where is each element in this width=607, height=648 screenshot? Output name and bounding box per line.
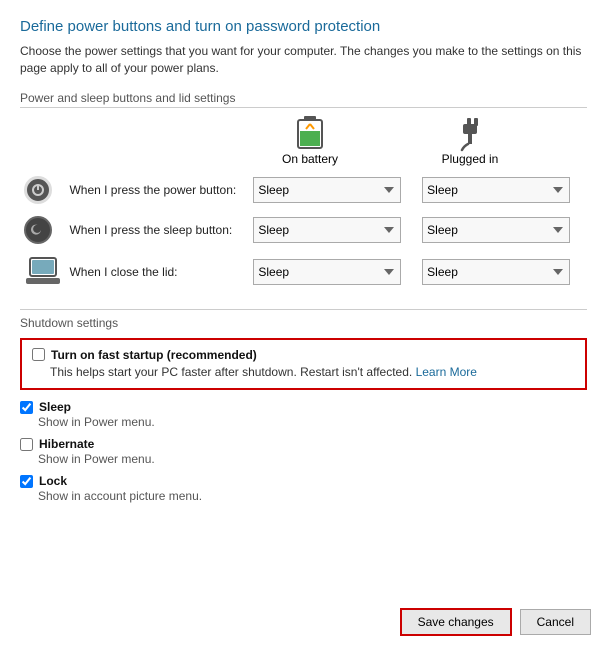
learn-more-link[interactable]: Learn More — [416, 365, 477, 379]
sleep-checkbox[interactable] — [20, 401, 33, 414]
lock-option-label[interactable]: Lock — [39, 474, 67, 488]
lid-battery-select[interactable]: Do nothing Sleep Hibernate Shut down — [253, 259, 401, 285]
table-row: When I press the sleep button: Do nothin… — [20, 210, 587, 250]
table-row: When I close the lid: Do nothing Sleep H… — [20, 250, 587, 295]
lock-checkbox[interactable] — [20, 475, 33, 488]
sleep-option: Sleep Show in Power menu. — [20, 400, 587, 429]
plug-icon — [452, 116, 488, 152]
lock-option: Lock Show in account picture menu. — [20, 474, 587, 503]
sleep-button-icon — [24, 216, 52, 244]
sleep-plugged-select-cell: Do nothing Sleep Hibernate Shut down — [418, 210, 587, 250]
sleep-battery-select[interactable]: Do nothing Sleep Hibernate Shut down — [253, 217, 401, 243]
power-button-icon — [24, 176, 52, 204]
main-panel: Define power buttons and turn on passwor… — [0, 0, 607, 648]
table-row: When I press the power button: Do nothin… — [20, 170, 587, 210]
page-title: Define power buttons and turn on passwor… — [20, 18, 587, 35]
cancel-button[interactable]: Cancel — [520, 609, 591, 635]
fast-startup-box: Turn on fast startup (recommended) This … — [20, 338, 587, 391]
power-button-icon-cell — [20, 170, 65, 210]
lid-battery-select-cell: Do nothing Sleep Hibernate Shut down — [249, 250, 418, 295]
lid-icon-cell — [20, 250, 65, 295]
sleep-plugged-select[interactable]: Do nothing Sleep Hibernate Shut down — [422, 217, 570, 243]
lid-plugged-select[interactable]: Do nothing Sleep Hibernate Shut down — [422, 259, 570, 285]
plugged-in-header: Plugged in — [390, 116, 550, 166]
sleep-button-icon-cell — [20, 210, 65, 250]
power-plugged-select-cell: Do nothing Sleep Hibernate Shut down — [418, 170, 587, 210]
hibernate-option-label[interactable]: Hibernate — [39, 437, 94, 451]
lock-sub-text: Show in account picture menu. — [38, 489, 587, 503]
fast-startup-description: This helps start your PC faster after sh… — [50, 364, 575, 381]
power-button-label: When I press the power button: — [65, 170, 249, 210]
shutdown-section: Shutdown settings Turn on fast startup (… — [20, 309, 587, 504]
fast-startup-label[interactable]: Turn on fast startup (recommended) — [51, 348, 257, 362]
page-description: Choose the power settings that you want … — [20, 43, 587, 77]
plugged-in-label: Plugged in — [442, 152, 499, 166]
sleep-option-label[interactable]: Sleep — [39, 400, 71, 414]
sleep-battery-select-cell: Do nothing Sleep Hibernate Shut down — [249, 210, 418, 250]
save-button[interactable]: Save changes — [400, 608, 512, 636]
power-plugged-select[interactable]: Do nothing Sleep Hibernate Shut down — [422, 177, 570, 203]
on-battery-header: On battery — [230, 116, 390, 166]
column-headers: On battery Plugged in — [230, 116, 587, 166]
power-sleep-section-label: Power and sleep buttons and lid settings — [20, 91, 587, 108]
lid-label: When I close the lid: — [65, 250, 249, 295]
on-battery-label: On battery — [282, 152, 338, 166]
lid-icon — [26, 256, 60, 286]
fast-startup-row: Turn on fast startup (recommended) — [32, 348, 575, 362]
sleep-button-label: When I press the sleep button: — [65, 210, 249, 250]
hibernate-sub-text: Show in Power menu. — [38, 452, 587, 466]
hibernate-option: Hibernate Show in Power menu. — [20, 437, 587, 466]
shutdown-title: Shutdown settings — [20, 316, 587, 330]
fast-startup-checkbox[interactable] — [32, 348, 45, 361]
power-battery-select[interactable]: Do nothing Sleep Hibernate Shut down — [253, 177, 401, 203]
bottom-bar: Save changes Cancel — [400, 608, 591, 636]
hibernate-checkbox[interactable] — [20, 438, 33, 451]
settings-table: When I press the power button: Do nothin… — [20, 170, 587, 295]
battery-icon — [295, 116, 325, 152]
sleep-sub-text: Show in Power menu. — [38, 415, 587, 429]
lid-plugged-select-cell: Do nothing Sleep Hibernate Shut down — [418, 250, 587, 295]
power-battery-select-cell: Do nothing Sleep Hibernate Shut down — [249, 170, 418, 210]
